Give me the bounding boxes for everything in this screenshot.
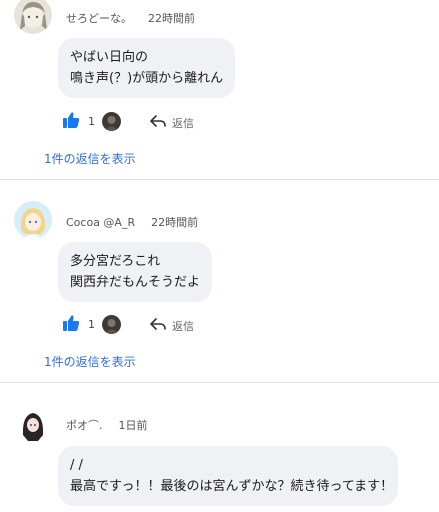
comment-text-line: 鳴き声(？)が頭から離れん bbox=[70, 71, 224, 86]
avatar[interactable] bbox=[14, 0, 52, 34]
username[interactable]: ポオ⌒. bbox=[66, 419, 103, 432]
divider bbox=[0, 179, 439, 180]
timestamp: 22時間前 bbox=[151, 216, 199, 229]
comment-text-line: 多分宮だろこれ bbox=[70, 254, 161, 269]
like-button[interactable] bbox=[62, 314, 80, 334]
reply-arrow-icon bbox=[150, 115, 166, 127]
comment-text-line: / / bbox=[70, 458, 83, 473]
show-replies-link[interactable]: 1件の返信を表示 bbox=[44, 150, 136, 167]
divider bbox=[0, 382, 439, 383]
username[interactable]: Cocoa @A_R bbox=[66, 216, 135, 229]
thumbs-up-icon bbox=[63, 315, 80, 331]
creator-heart-avatar bbox=[102, 315, 121, 334]
reply-button[interactable]: 返信 bbox=[150, 112, 214, 132]
comment-text-line: 関西弁だもんそうだよ bbox=[70, 275, 201, 290]
comment-bubble: 多分宮だろこれ 関西弁だもんそうだよ bbox=[58, 242, 213, 302]
like-count: 1 bbox=[88, 115, 95, 128]
reply-arrow-icon bbox=[150, 318, 166, 330]
creator-heart-avatar bbox=[102, 112, 121, 131]
comment-meta: ポオ⌒. 1日前 bbox=[66, 417, 148, 433]
avatar[interactable] bbox=[14, 405, 52, 443]
show-replies-link[interactable]: 1件の返信を表示 bbox=[44, 353, 136, 370]
like-button[interactable] bbox=[62, 111, 80, 131]
comment-bubble: / / 最高ですっ！！最後のは宮んずかな？続き待ってます！ bbox=[58, 446, 398, 506]
comment-meta: Cocoa @A_R 22時間前 bbox=[66, 214, 198, 230]
timestamp: 22時間前 bbox=[148, 12, 195, 25]
like-count: 1 bbox=[88, 318, 95, 331]
timestamp: 1日前 bbox=[118, 419, 148, 432]
username[interactable]: せろどーな。 bbox=[66, 12, 132, 25]
reply-label: 返信 bbox=[172, 320, 194, 333]
comment-bubble: やばい日向の 鳴き声(？)が頭から離れん bbox=[58, 38, 236, 98]
comment-meta: せろどーな。 22時間前 bbox=[66, 10, 195, 26]
comment-text-line: やばい日向の bbox=[70, 50, 149, 65]
reply-label: 返信 bbox=[172, 117, 194, 130]
avatar[interactable] bbox=[14, 201, 52, 239]
reply-button[interactable]: 返信 bbox=[150, 315, 214, 335]
comment-text-line: 最高ですっ！！最後のは宮んずかな？続き待ってます！ bbox=[70, 479, 394, 494]
thumbs-up-icon bbox=[63, 112, 80, 128]
